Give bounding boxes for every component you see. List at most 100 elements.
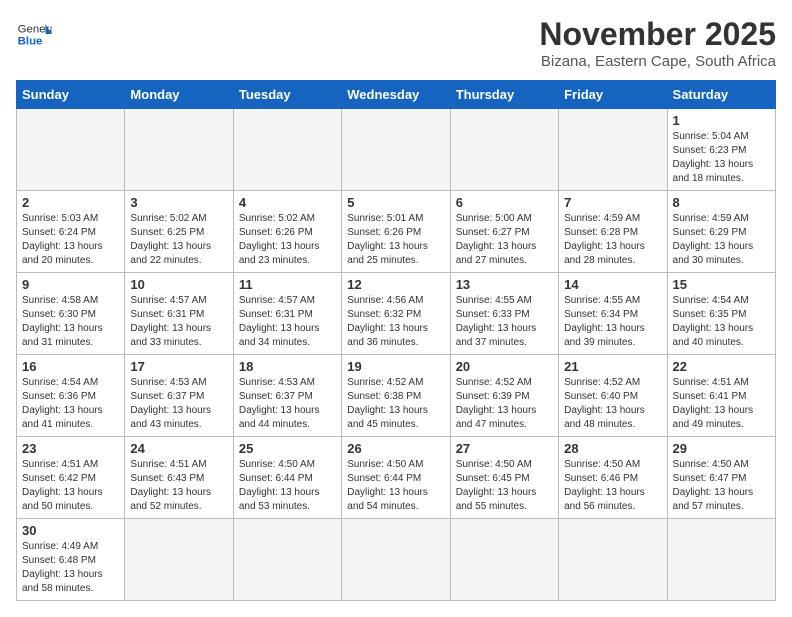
calendar-cell: 14Sunrise: 4:55 AM Sunset: 6:34 PM Dayli… [559, 273, 667, 355]
calendar-cell: 20 Sunrise: 4:52 AM Sunset: 6:39 PM Dayli… [450, 355, 558, 437]
day-info: Sunrise: 4:59 AM Sunset: 6:28 PM Dayligh… [564, 212, 661, 268]
day-number: 22 [673, 359, 770, 374]
calendar-cell: 23 Sunrise: 4:51 AM Sunset: 6:42 PM Dayli… [17, 437, 125, 519]
day-info: Sunrise: 4:56 AM Sunset: 6:32 PM Dayligh… [347, 294, 444, 350]
calendar-cell: 30 Sunrise: 4:49 AM Sunset: 6:48 PM Dayli… [17, 519, 125, 601]
day-number: 8 [673, 195, 770, 210]
day-number: 16 [22, 359, 119, 374]
day-info: Sunrise: 4:57 AM Sunset: 6:31 PM Dayligh… [239, 294, 336, 350]
calendar-cell: 19 Sunrise: 4:52 AM Sunset: 6:38 PM Dayli… [342, 355, 450, 437]
calendar-cell: 7 Sunrise: 4:59 AM Sunset: 6:28 PM Daylig… [559, 191, 667, 273]
day-number: 21 [564, 359, 661, 374]
logo: General Blue [16, 16, 52, 52]
calendar-week-row: 16 Sunrise: 4:54 AM Sunset: 6:36 PM Dayli… [17, 355, 776, 437]
calendar-cell [450, 519, 558, 601]
day-number: 24 [130, 441, 227, 456]
day-info: Sunrise: 4:52 AM Sunset: 6:39 PM Dayligh… [456, 376, 553, 432]
calendar-cell: 10Sunrise: 4:57 AM Sunset: 6:31 PM Dayli… [125, 273, 233, 355]
day-info: Sunrise: 4:51 AM Sunset: 6:43 PM Dayligh… [130, 458, 227, 514]
calendar-cell: 22 Sunrise: 4:51 AM Sunset: 6:41 PM Dayli… [667, 355, 775, 437]
calendar-header-tuesday: Tuesday [233, 81, 341, 109]
calendar-cell: 17 Sunrise: 4:53 AM Sunset: 6:37 PM Dayli… [125, 355, 233, 437]
calendar-cell: 27Sunrise: 4:50 AM Sunset: 6:45 PM Dayli… [450, 437, 558, 519]
calendar-cell: 1 Sunrise: 5:04 AM Sunset: 6:23 PM Daylig… [667, 109, 775, 191]
day-info: Sunrise: 4:50 AM Sunset: 6:44 PM Dayligh… [347, 458, 444, 514]
calendar-cell [667, 519, 775, 601]
calendar-cell: 6Sunrise: 5:00 AM Sunset: 6:27 PM Daylig… [450, 191, 558, 273]
calendar-cell: 13Sunrise: 4:55 AM Sunset: 6:33 PM Dayli… [450, 273, 558, 355]
title-area: November 2025 Bizana, Eastern Cape, Sout… [539, 16, 776, 70]
day-info: Sunrise: 4:49 AM Sunset: 6:48 PM Dayligh… [22, 540, 119, 596]
day-number: 26 [347, 441, 444, 456]
day-number: 23 [22, 441, 119, 456]
calendar-cell: 29 Sunrise: 4:50 AM Sunset: 6:47 PM Dayli… [667, 437, 775, 519]
calendar-header-sunday: Sunday [17, 81, 125, 109]
day-number: 1 [673, 113, 770, 128]
calendar-cell: 8 Sunrise: 4:59 AM Sunset: 6:29 PM Daylig… [667, 191, 775, 273]
logo-icon: General Blue [16, 16, 52, 52]
calendar-cell [17, 109, 125, 191]
day-info: Sunrise: 4:50 AM Sunset: 6:45 PM Dayligh… [456, 458, 553, 514]
calendar-header-wednesday: Wednesday [342, 81, 450, 109]
day-info: Sunrise: 4:50 AM Sunset: 6:47 PM Dayligh… [673, 458, 770, 514]
calendar-cell: 18Sunrise: 4:53 AM Sunset: 6:37 PM Dayli… [233, 355, 341, 437]
calendar-header-friday: Friday [559, 81, 667, 109]
calendar-cell: 28 Sunrise: 4:50 AM Sunset: 6:46 PM Dayli… [559, 437, 667, 519]
day-info: Sunrise: 5:04 AM Sunset: 6:23 PM Dayligh… [673, 130, 770, 186]
day-info: Sunrise: 5:02 AM Sunset: 6:26 PM Dayligh… [239, 212, 336, 268]
calendar-week-row: 1 Sunrise: 5:04 AM Sunset: 6:23 PM Daylig… [17, 109, 776, 191]
day-number: 30 [22, 523, 119, 538]
page-header: General Blue November 2025 Bizana, Easte… [16, 16, 776, 70]
calendar-cell: 11Sunrise: 4:57 AM Sunset: 6:31 PM Dayli… [233, 273, 341, 355]
calendar-cell [125, 109, 233, 191]
day-number: 9 [22, 277, 119, 292]
calendar-cell: 25 Sunrise: 4:50 AM Sunset: 6:44 PM Dayli… [233, 437, 341, 519]
day-number: 25 [239, 441, 336, 456]
day-number: 29 [673, 441, 770, 456]
day-info: Sunrise: 4:51 AM Sunset: 6:41 PM Dayligh… [673, 376, 770, 432]
calendar-cell: 5 Sunrise: 5:01 AM Sunset: 6:26 PM Daylig… [342, 191, 450, 273]
day-number: 15 [673, 277, 770, 292]
day-number: 28 [564, 441, 661, 456]
calendar-cell: 4Sunrise: 5:02 AM Sunset: 6:26 PM Daylig… [233, 191, 341, 273]
day-info: Sunrise: 4:58 AM Sunset: 6:30 PM Dayligh… [22, 294, 119, 350]
day-number: 7 [564, 195, 661, 210]
calendar-table: SundayMondayTuesdayWednesdayThursdayFrid… [16, 80, 776, 601]
calendar-cell [233, 519, 341, 601]
calendar-cell: 24 Sunrise: 4:51 AM Sunset: 6:43 PM Dayli… [125, 437, 233, 519]
day-number: 19 [347, 359, 444, 374]
calendar-cell: 9 Sunrise: 4:58 AM Sunset: 6:30 PM Daylig… [17, 273, 125, 355]
day-info: Sunrise: 4:52 AM Sunset: 6:40 PM Dayligh… [564, 376, 661, 432]
calendar-week-row: 9 Sunrise: 4:58 AM Sunset: 6:30 PM Daylig… [17, 273, 776, 355]
day-info: Sunrise: 4:54 AM Sunset: 6:36 PM Dayligh… [22, 376, 119, 432]
calendar-cell: 16 Sunrise: 4:54 AM Sunset: 6:36 PM Dayli… [17, 355, 125, 437]
day-info: Sunrise: 4:57 AM Sunset: 6:31 PM Dayligh… [130, 294, 227, 350]
calendar-cell: 15Sunrise: 4:54 AM Sunset: 6:35 PM Dayli… [667, 273, 775, 355]
day-info: Sunrise: 4:52 AM Sunset: 6:38 PM Dayligh… [347, 376, 444, 432]
calendar-cell [559, 519, 667, 601]
day-info: Sunrise: 4:51 AM Sunset: 6:42 PM Dayligh… [22, 458, 119, 514]
calendar-header-saturday: Saturday [667, 81, 775, 109]
day-number: 6 [456, 195, 553, 210]
day-number: 13 [456, 277, 553, 292]
day-number: 20 [456, 359, 553, 374]
day-number: 5 [347, 195, 444, 210]
day-number: 17 [130, 359, 227, 374]
day-info: Sunrise: 5:03 AM Sunset: 6:24 PM Dayligh… [22, 212, 119, 268]
calendar-cell: 21 Sunrise: 4:52 AM Sunset: 6:40 PM Dayli… [559, 355, 667, 437]
day-info: Sunrise: 5:01 AM Sunset: 6:26 PM Dayligh… [347, 212, 444, 268]
calendar-week-row: 30 Sunrise: 4:49 AM Sunset: 6:48 PM Dayli… [17, 519, 776, 601]
day-info: Sunrise: 4:59 AM Sunset: 6:29 PM Dayligh… [673, 212, 770, 268]
day-info: Sunrise: 4:50 AM Sunset: 6:46 PM Dayligh… [564, 458, 661, 514]
calendar-cell: 3Sunrise: 5:02 AM Sunset: 6:25 PM Daylig… [125, 191, 233, 273]
location-title: Bizana, Eastern Cape, South Africa [539, 53, 776, 70]
calendar-cell: 12Sunrise: 4:56 AM Sunset: 6:32 PM Dayli… [342, 273, 450, 355]
day-info: Sunrise: 4:55 AM Sunset: 6:34 PM Dayligh… [564, 294, 661, 350]
day-info: Sunrise: 4:50 AM Sunset: 6:44 PM Dayligh… [239, 458, 336, 514]
calendar-header-monday: Monday [125, 81, 233, 109]
svg-text:Blue: Blue [18, 36, 43, 48]
day-number: 18 [239, 359, 336, 374]
calendar-cell [559, 109, 667, 191]
day-info: Sunrise: 4:53 AM Sunset: 6:37 PM Dayligh… [130, 376, 227, 432]
day-number: 2 [22, 195, 119, 210]
